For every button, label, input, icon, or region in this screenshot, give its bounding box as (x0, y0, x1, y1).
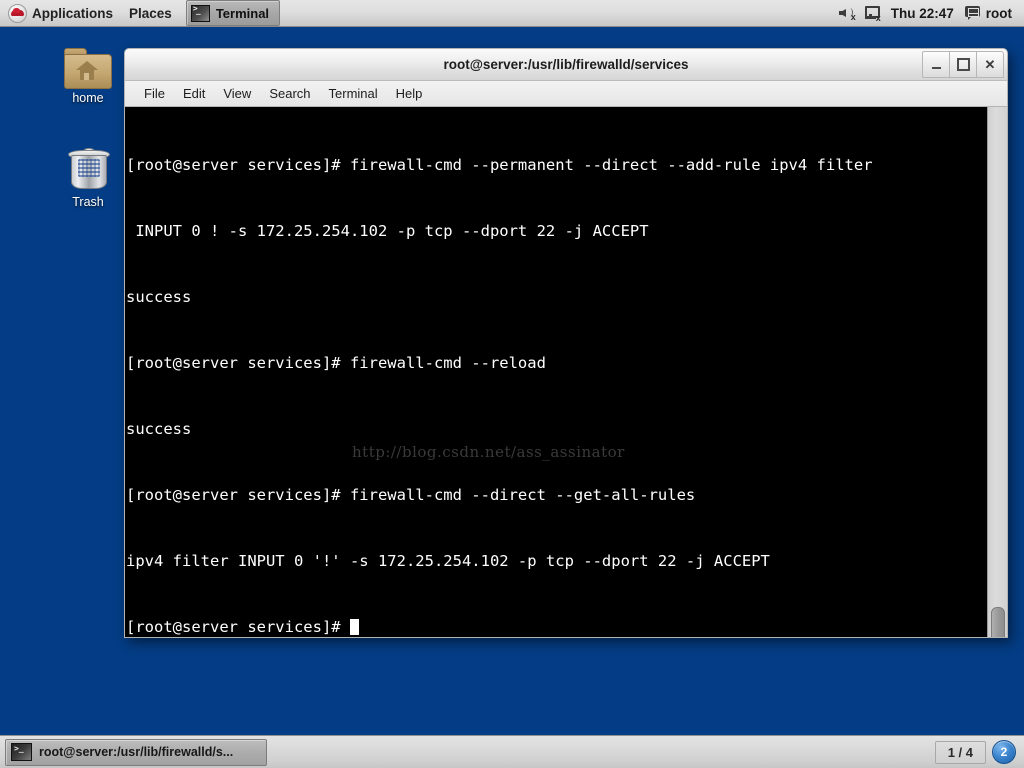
taskbar-item-terminal[interactable]: root@server:/usr/lib/firewalld/s... (5, 738, 267, 766)
clock[interactable]: Thu 22:47 (883, 6, 962, 21)
message-icon[interactable] (962, 0, 986, 27)
speaker-glyph: x (838, 6, 856, 22)
mute-cross: x (850, 12, 856, 22)
terminal-line: [root@server services]# firewall-cmd --r… (126, 354, 546, 372)
terminal-body[interactable]: [root@server services]# firewall-cmd --p… (125, 107, 1007, 637)
user-menu-label[interactable]: root (986, 6, 1016, 21)
watermark-text: http://blog.csdn.net/ass_assinator (352, 443, 625, 461)
window-controls: ✕ (922, 51, 1004, 78)
home-folder-icon (64, 48, 112, 89)
applications-menu[interactable]: Applications (0, 0, 121, 27)
chat-glyph (965, 6, 982, 20)
menu-view[interactable]: View (214, 84, 260, 103)
scrollbar-thumb[interactable] (991, 607, 1005, 637)
window-title-bar[interactable]: root@server:/usr/lib/firewalld/services … (125, 49, 1007, 81)
envelope-glyph (968, 8, 980, 17)
desktop-icon-home[interactable]: home (46, 48, 130, 105)
close-button[interactable]: ✕ (977, 51, 1004, 78)
terminal-prompt: [root@server services]# (126, 618, 350, 636)
desktop-icon-label: home (72, 91, 104, 105)
menu-help[interactable]: Help (387, 84, 432, 103)
taskbar-item-label: root@server:/usr/lib/firewalld/s... (39, 745, 234, 759)
redhat-logo-icon (8, 3, 27, 23)
bottom-panel: root@server:/usr/lib/firewalld/s... 1 / … (0, 735, 1024, 768)
house-roof (76, 61, 98, 70)
terminal-line: ipv4 filter INPUT 0 '!' -s 172.25.254.10… (126, 552, 770, 570)
bottom-panel-right: 1 / 4 2 (934, 740, 1024, 764)
top-panel-right: x x Thu 22:47 root (835, 0, 1024, 27)
network-glyph: x (863, 6, 881, 23)
disconnect-cross: x (875, 13, 881, 23)
trash-bin (71, 155, 107, 189)
panel-window-item-terminal[interactable]: Terminal (185, 0, 281, 26)
maximize-icon (956, 58, 970, 71)
volume-muted-icon[interactable]: x (835, 0, 859, 27)
terminal-window: root@server:/usr/lib/firewalld/services … (124, 48, 1008, 638)
terminal-output[interactable]: [root@server services]# firewall-cmd --p… (125, 107, 987, 637)
top-panel-left: Applications Places Terminal (0, 0, 281, 27)
trash-icon (66, 148, 110, 192)
applications-menu-label: Applications (32, 5, 114, 21)
terminal-icon (190, 4, 210, 22)
panel-window-item-label: Terminal (215, 5, 270, 21)
speaker-cone (838, 9, 846, 17)
terminal-line: success (126, 420, 192, 438)
menu-terminal[interactable]: Terminal (320, 84, 387, 103)
terminal-line: [root@server services]# firewall-cmd --p… (126, 156, 873, 174)
menu-search[interactable]: Search (260, 84, 319, 103)
desktop-icon-trash[interactable]: Trash (46, 148, 130, 209)
close-icon: ✕ (984, 57, 996, 72)
terminal-icon (11, 743, 32, 761)
house-glyph (76, 61, 98, 80)
terminal-line: INPUT 0 ! -s 172.25.254.102 -p tcp --dpo… (126, 222, 649, 240)
terminal-scrollbar[interactable] (987, 107, 1007, 637)
minimize-icon (931, 67, 941, 69)
terminal-line: [root@server services]# firewall-cmd --d… (126, 486, 696, 504)
notification-badge[interactable]: 2 (992, 740, 1016, 764)
window-title: root@server:/usr/lib/firewalld/services (443, 57, 689, 72)
places-menu[interactable]: Places (121, 0, 180, 27)
workspace-switcher[interactable]: 1 / 4 (934, 740, 986, 764)
places-menu-label: Places (129, 5, 172, 21)
top-panel: Applications Places Terminal x (0, 0, 1024, 27)
minimize-button[interactable] (922, 51, 950, 78)
desktop-icon-label: Trash (72, 195, 104, 209)
monitor-base (864, 17, 876, 19)
menu-file[interactable]: File (135, 84, 174, 103)
menu-bar: File Edit View Search Terminal Help (125, 81, 1007, 107)
maximize-button[interactable] (950, 51, 977, 78)
house-door (84, 73, 89, 80)
terminal-prompt-line: [root@server services]# (126, 616, 987, 637)
terminal-line: success (126, 288, 192, 306)
desktop-screen: Applications Places Terminal x (0, 0, 1024, 768)
network-disconnected-icon[interactable]: x (859, 0, 883, 27)
menu-edit[interactable]: Edit (174, 84, 214, 103)
terminal-cursor (349, 619, 359, 635)
